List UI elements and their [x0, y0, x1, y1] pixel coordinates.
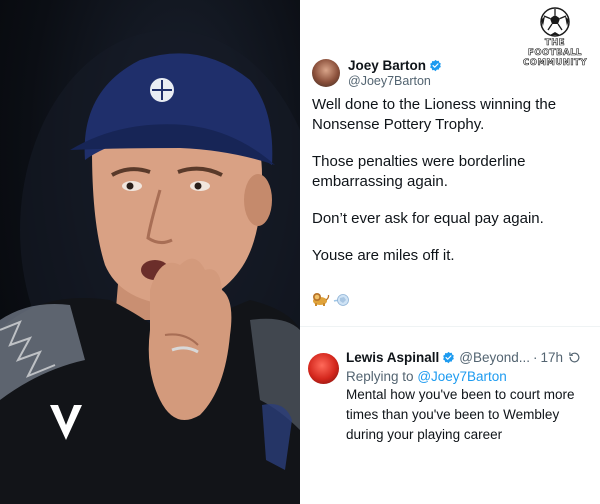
author-handle[interactable]: @Joey7Barton [348, 74, 442, 88]
tweet-paragraph: Those penalties were borderline embarras… [312, 153, 526, 190]
divider [300, 326, 600, 327]
verified-badge-icon [443, 351, 455, 364]
lion-emoji-icon [313, 293, 330, 306]
reply-text: Mental how you've been to court more tim… [346, 387, 575, 442]
brand-watermark: The FOOTBALL COMMUNITY [520, 6, 590, 68]
brand-name-line1: The FOOTBALL [528, 38, 582, 59]
ball-emoji-icon [333, 294, 349, 306]
verified-badge-icon [430, 59, 441, 72]
reply-avatar[interactable] [308, 353, 339, 384]
author-info: Joey Barton @Joey7Barton [348, 58, 442, 88]
replying-to-handle[interactable]: @Joey7Barton [417, 369, 507, 384]
history-icon[interactable] [568, 351, 581, 364]
tweet-paragraph: Don’t ever ask for equal pay again. [312, 210, 544, 227]
reply-author-name[interactable]: Lewis Aspinall [346, 350, 439, 365]
reply-time[interactable]: 17h [541, 350, 564, 365]
author-name[interactable]: Joey Barton [348, 58, 426, 73]
tweet-paragraph: Well done to the Lioness winning the Non… [312, 96, 557, 133]
replying-prefix: Replying to [346, 369, 414, 384]
tweet-text: Well done to the Lioness winning the Non… [312, 95, 594, 283]
man-in-cap-photo [0, 30, 300, 504]
replying-to: Replying to @Joey7Barton [346, 369, 598, 384]
author-name-row: Joey Barton [348, 58, 442, 73]
brand-name-line2: COMMUNITY [522, 58, 587, 69]
tweet-author[interactable]: Joey Barton @Joey7Barton [312, 58, 442, 88]
photo-panel [0, 0, 300, 504]
reply-content: Lewis Aspinall @Beyond... · 17h Replying… [346, 350, 598, 445]
tweet-emojis [312, 291, 349, 307]
author-avatar[interactable] [312, 59, 340, 87]
separator-dot: · [533, 350, 538, 365]
football-icon [540, 7, 570, 37]
tweet-panel: The FOOTBALL COMMUNITY Joey Barton @Joey… [300, 0, 600, 504]
tweet-paragraph: Youse are miles off it. [312, 247, 455, 264]
reply-header: Lewis Aspinall @Beyond... · 17h [346, 350, 598, 365]
reply-author-handle[interactable]: @Beyond... [459, 350, 530, 365]
